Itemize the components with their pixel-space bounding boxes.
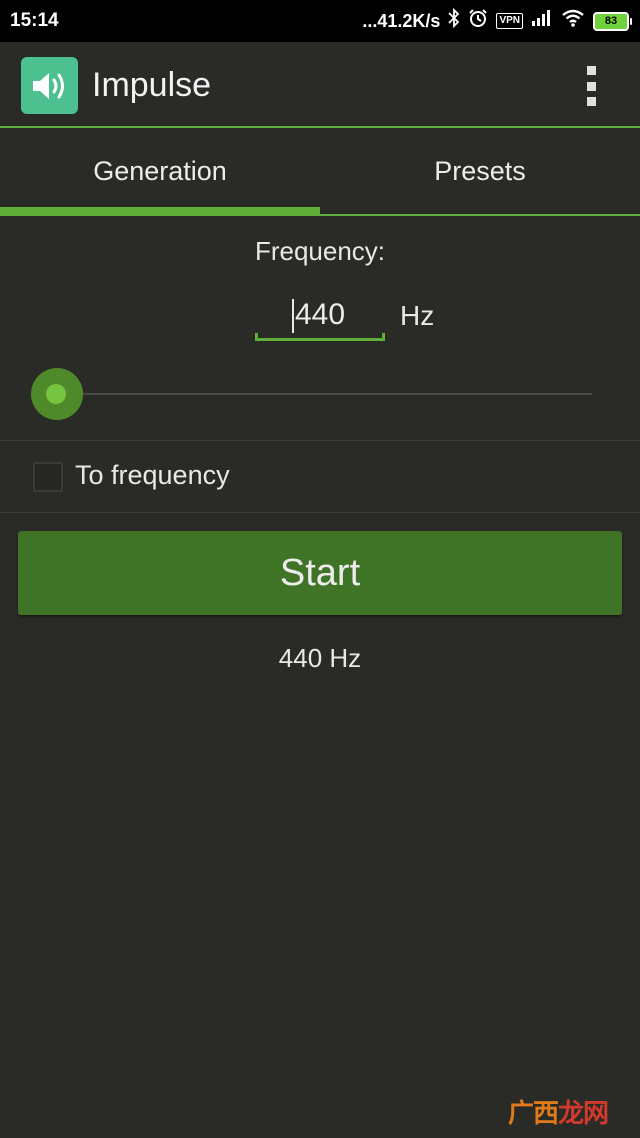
vpn-icon: VPN <box>496 13 523 29</box>
tab-selected-indicator <box>0 207 320 216</box>
current-frequency-readout: 440 Hz <box>278 643 362 673</box>
network-speed: ...41.2K/s <box>362 10 441 31</box>
tab-presets[interactable]: Presets <box>320 128 640 214</box>
status-icons: ...41.2K/s VPN 83 <box>362 7 632 34</box>
wifi-icon <box>561 9 585 33</box>
watermark-logo: 广西龙网 <box>508 1099 609 1129</box>
speaker-icon <box>21 57 78 114</box>
divider <box>0 512 640 513</box>
frequency-slider-track[interactable] <box>56 393 592 395</box>
frequency-slider-thumb[interactable] <box>46 384 66 404</box>
start-button[interactable]: Start <box>18 531 622 615</box>
to-frequency-checkbox[interactable] <box>33 462 63 492</box>
app-title: Impulse <box>92 66 212 104</box>
signal-icon <box>531 9 553 33</box>
to-frequency-label[interactable]: To frequency <box>75 460 230 491</box>
status-time: 15:14 <box>10 10 59 31</box>
frequency-label: Frequency: <box>254 236 386 266</box>
tab-bar: Generation Presets <box>0 128 640 216</box>
tab-generation[interactable]: Generation <box>0 128 320 214</box>
status-bar: 15:14 ...41.2K/s VPN 83 <box>0 0 640 42</box>
frequency-input[interactable] <box>257 296 383 334</box>
app-bar: Impulse <box>0 42 640 126</box>
frequency-input-underline <box>255 338 385 341</box>
frequency-unit: Hz <box>400 300 435 331</box>
bluetooth-icon <box>448 7 460 34</box>
divider <box>0 440 640 441</box>
text-cursor <box>292 299 294 333</box>
alarm-icon <box>468 8 488 34</box>
overflow-menu-icon[interactable] <box>576 66 606 106</box>
battery-level: 83 <box>593 11 629 31</box>
battery-icon: 83 <box>593 11 632 31</box>
